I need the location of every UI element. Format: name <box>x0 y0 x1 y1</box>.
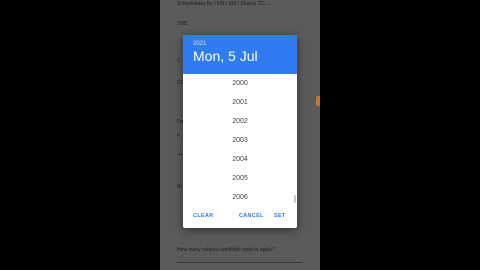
year-item-2001[interactable]: 2001 <box>183 93 297 112</box>
clear-button[interactable]: CLEAR <box>193 213 213 219</box>
header-date[interactable]: Mon, 5 Jul <box>193 48 258 64</box>
year-list-scrollbar[interactable] <box>294 195 296 203</box>
form-small-value: 2081 <box>177 21 189 27</box>
cancel-button[interactable]: CANCEL <box>239 213 264 219</box>
year-list[interactable]: 2000 2001 2002 2003 2004 2005 2006 <box>183 74 297 202</box>
year-item-2000[interactable]: 2000 <box>183 74 297 93</box>
year-item-2004[interactable]: 2004 <box>183 150 297 169</box>
form-input-line <box>177 262 302 263</box>
year-item-2006[interactable]: 2006 <box>183 188 297 202</box>
form-question: How many subject candidate want to apply… <box>177 247 276 253</box>
form-label-al: Al <box>177 184 182 190</box>
set-button[interactable]: SET <box>274 213 286 219</box>
year-item-2003[interactable]: 2003 <box>183 131 297 150</box>
year-item-2005[interactable]: 2005 <box>183 169 297 188</box>
date-picker-header: 2021 Mon, 5 Jul <box>183 35 297 74</box>
form-label-c: C <box>177 58 181 64</box>
form-label-f: F <box>177 133 181 139</box>
date-picker-dialog: 2021 Mon, 5 Jul 2000 2001 2002 2003 2004… <box>183 35 297 228</box>
form-header-text: Schoolidates for / KM / KM / Sharny CC .… <box>177 1 271 7</box>
accent-marker <box>316 96 320 106</box>
header-year[interactable]: 2021 <box>193 41 206 47</box>
year-item-2002[interactable]: 2002 <box>183 112 297 131</box>
